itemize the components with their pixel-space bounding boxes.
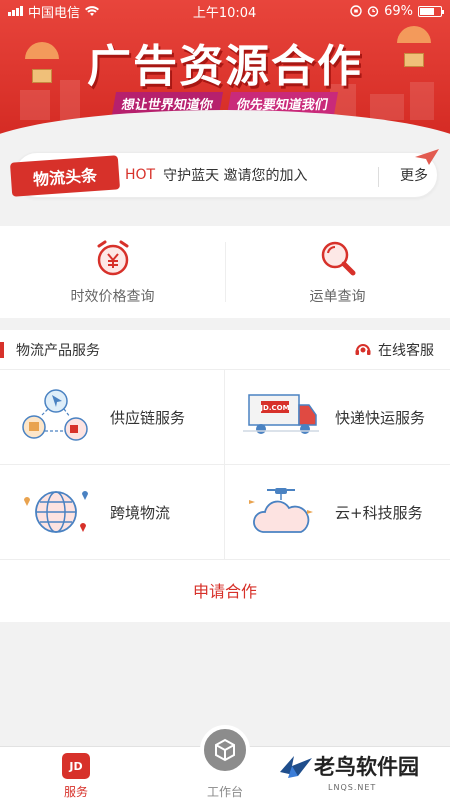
service-supply-chain[interactable]: 供应链服务 [0,370,225,465]
quick-action-label: 运单查询 [309,289,366,305]
quick-actions: 时效价格查询 运单查询 [0,226,450,318]
cube-icon [215,738,235,762]
tab-label: 工作台 [206,785,243,799]
service-cross-border[interactable]: 跨境物流 [0,465,225,560]
status-bar: 中国电信 上午10:04 69% [0,0,450,22]
tab-label: 服务 [63,785,88,799]
battery-percent: 69% [384,3,413,19]
tab-service[interactable]: JD 服务 [56,753,96,800]
divider [378,167,379,187]
tab-workbench[interactable]: 工作台 [196,725,254,800]
section-header: 物流产品服务 在线客服 [0,330,450,370]
banner-title: 广告资源合作 [87,41,363,92]
globe-icon [24,491,88,533]
service-label: 云+科技服务 [335,503,423,522]
supply-chain-icon [22,389,88,441]
alarm-icon [367,6,379,17]
wifi-icon [85,5,100,16]
jd-bag-icon: JD [62,753,90,779]
banner-slogan-right: 你先要知道我们 [226,92,339,115]
service-cloud-tech[interactable]: 云+科技服务 [225,465,450,560]
hot-tag: HOT [125,167,156,183]
orientation-lock-icon [350,5,362,17]
apply-cooperation-button[interactable]: 申请合作 [193,578,257,602]
battery-icon [417,5,444,17]
signal-icon [8,6,23,16]
cloud-drone-icon [249,488,313,533]
tab-bar: JD 服务 工作台 老鸟软件园 LNQS.NET [0,725,450,800]
watermark-text: 老鸟软件园 [314,755,419,779]
watermark: 老鸟软件园 LNQS.NET [278,751,419,792]
headline-badge: 物流头条 [9,155,121,197]
service-label: 供应链服务 [110,408,186,427]
banner-slogan-left: 想让世界知道你 [111,92,224,115]
headset-icon [355,343,371,355]
alarm-clock-yen-icon [97,240,128,276]
online-support-button[interactable]: 在线客服 [354,340,434,360]
magnifier-icon [321,241,355,276]
quick-action-label: 时效价格查询 [70,289,155,305]
service-label: 快递快运服务 [335,408,426,427]
quick-action-waybill-query[interactable]: 运单查询 [225,226,450,318]
clock: 上午10:04 [192,5,257,21]
delivery-truck-icon: JD.COM [243,394,319,434]
paper-plane-icon [415,149,439,165]
headline-text[interactable]: 守护蓝天 邀请您的加入 [163,165,307,185]
service-label: 跨境物流 [110,503,171,522]
quick-action-price-query[interactable]: 时效价格查询 [0,226,225,318]
online-support-label: 在线客服 [378,342,434,359]
logistics-headline[interactable]: 物流头条 HOT 守护蓝天 邀请您的加入 更多 [9,149,439,198]
carrier: 中国电信 [28,5,81,21]
service-express[interactable]: JD.COM 快递快运服务 [225,370,450,465]
more-link[interactable]: 更多 [400,165,428,185]
section-title: 物流产品服务 [16,342,100,359]
watermark-subtext: LNQS.NET [328,783,377,792]
bird-logo-icon [280,756,312,778]
logistics-products: 物流产品服务 在线客服 供应链服务 JD.COM 快递快运服务 跨境物流 云+科… [0,330,450,622]
svg-text:JD.COM: JD.COM [259,404,289,412]
